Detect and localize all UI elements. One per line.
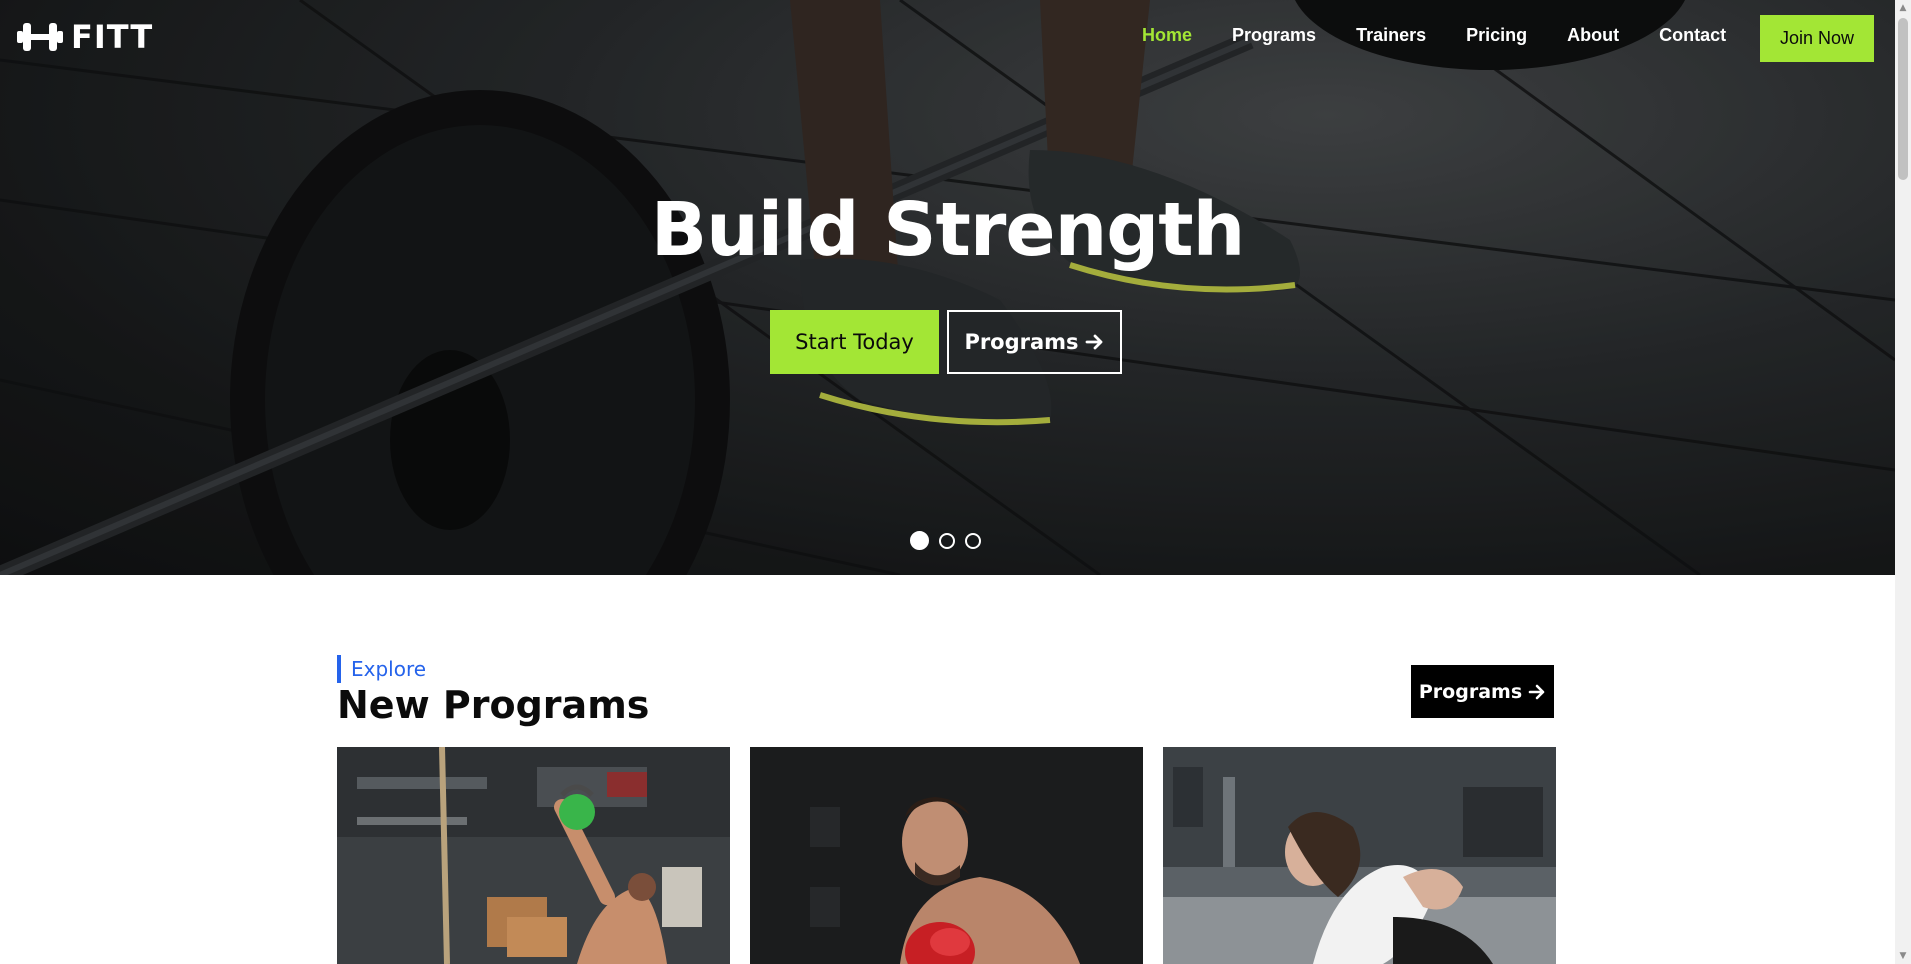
nav-link-contact[interactable]: Contact (1659, 25, 1726, 46)
section-title: New Programs (337, 683, 650, 727)
carousel-dot-1[interactable] (910, 531, 929, 550)
join-now-button[interactable]: Join Now (1760, 15, 1874, 62)
top-navigation: FITT Home Programs Trainers Pricing Abou… (0, 0, 1895, 76)
nav-link-programs[interactable]: Programs (1232, 25, 1316, 46)
boxing-training-photo (750, 747, 1143, 964)
hero-programs-label: Programs (964, 330, 1079, 354)
scroll-up-arrow-icon[interactable]: ▲ (1895, 0, 1911, 16)
program-card-3[interactable] (1163, 747, 1556, 964)
section-programs-button[interactable]: Programs (1411, 665, 1554, 718)
scroll-thumb[interactable] (1898, 18, 1908, 180)
hero-banner: FITT Home Programs Trainers Pricing Abou… (0, 0, 1895, 575)
section-eyebrow: Explore (337, 655, 426, 683)
hero-overlay (0, 0, 1895, 575)
carousel-dot-3[interactable] (965, 532, 981, 549)
dumbbell-icon (17, 23, 63, 51)
program-cards (337, 747, 1556, 964)
kettlebell-training-photo (337, 747, 730, 964)
arrow-right-icon (1528, 684, 1545, 699)
nav-links: Home Programs Trainers Pricing About Con… (1142, 25, 1766, 46)
nav-link-trainers[interactable]: Trainers (1356, 25, 1426, 46)
hero-title: Build Strength (650, 187, 1246, 273)
scroll-down-arrow-icon[interactable]: ▼ (1895, 948, 1911, 964)
program-card-2[interactable] (750, 747, 1143, 964)
page-scrollbar[interactable]: ▲ ▼ (1895, 0, 1911, 964)
arrow-right-icon (1085, 334, 1102, 350)
hero-programs-button[interactable]: Programs (947, 310, 1122, 374)
brand-name: FITT (71, 18, 154, 56)
stretching-training-photo (1163, 747, 1556, 964)
program-card-1[interactable] (337, 747, 730, 964)
brand-logo[interactable]: FITT (17, 18, 153, 56)
carousel-dot-2[interactable] (939, 532, 955, 549)
nav-link-home[interactable]: Home (1142, 25, 1192, 46)
section-programs-label: Programs (1418, 680, 1523, 703)
nav-link-pricing[interactable]: Pricing (1466, 25, 1527, 46)
hero-actions: Start Today Programs (770, 310, 1122, 374)
nav-link-about[interactable]: About (1567, 25, 1619, 46)
start-today-button[interactable]: Start Today (770, 310, 939, 374)
carousel-indicators (910, 531, 981, 550)
